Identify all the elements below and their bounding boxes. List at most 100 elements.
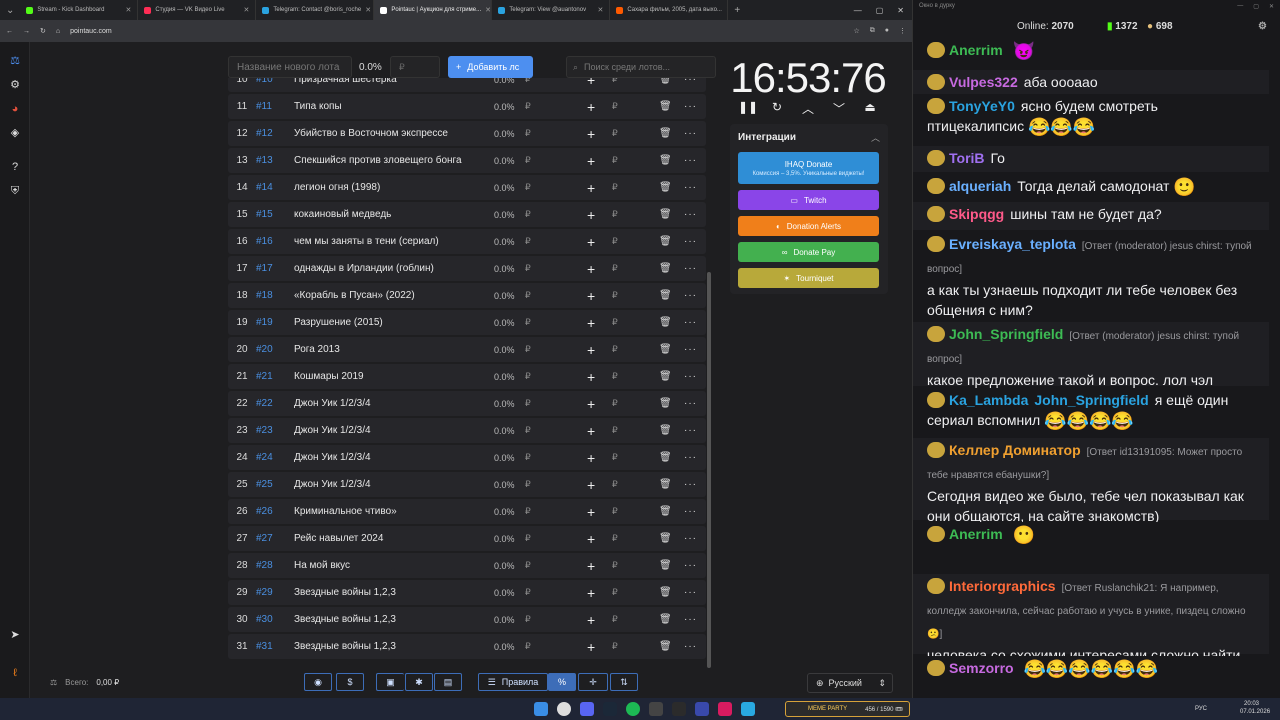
percent-toggle[interactable]: % xyxy=(548,673,576,691)
lot-name[interactable]: Спекшийся против зловещего бонга xyxy=(290,155,480,166)
delete-icon[interactable]: 🗑 xyxy=(659,371,672,382)
lot-row[interactable]: 19 #19 Разрушение (2015) 0.0% ₽ + ₽ 🗑 ··· xyxy=(228,310,706,335)
more-icon[interactable]: ··· xyxy=(684,155,697,166)
delete-icon[interactable]: 🗑 xyxy=(659,425,672,436)
new-lot-name-input[interactable]: Название нового лота xyxy=(228,56,352,78)
amount-input[interactable]: ₽ xyxy=(612,506,618,517)
language-select[interactable]: ⊕ Русский ⇕ xyxy=(807,673,893,693)
chat-username[interactable]: Evreiskaya_teplota xyxy=(949,236,1076,252)
add-amount-icon[interactable]: + xyxy=(587,315,595,331)
lot-id[interactable]: #15 xyxy=(256,209,290,220)
add-amount-icon[interactable]: + xyxy=(587,126,595,142)
more-icon[interactable]: ··· xyxy=(684,263,697,274)
lot-row[interactable]: 17 #17 однажды в Ирландии (гоблин) 0.0% ₽ + ₽ 🗑… xyxy=(228,256,706,281)
more-icon[interactable]: ··· xyxy=(684,128,697,139)
lot-name[interactable]: Звездные войны 1,2,3 xyxy=(290,641,480,652)
amount-input[interactable]: ₽ xyxy=(612,479,618,490)
more-icon[interactable]: ··· xyxy=(684,479,697,490)
lot-id[interactable]: #18 xyxy=(256,290,290,301)
add-amount-icon[interactable]: + xyxy=(587,234,595,250)
amount-input[interactable]: ₽ xyxy=(612,641,618,652)
lot-id[interactable]: #30 xyxy=(256,614,290,625)
lot-row[interactable]: 13 #13 Спекшийся против зловещего бонга 0.0… xyxy=(228,148,706,173)
more-icon[interactable]: ··· xyxy=(684,290,697,301)
browser-tab[interactable]: Pointauc | Аукцион для стриме... ✕ xyxy=(374,0,493,20)
amount-input[interactable]: ₽ xyxy=(612,290,618,301)
more-icon[interactable]: ··· xyxy=(684,344,697,355)
chevron-down-icon[interactable]: ﹀ xyxy=(831,100,847,117)
bug-icon[interactable]: ✱ xyxy=(405,673,433,691)
browser-tab[interactable]: Stream - Kick Dashboard ✕ xyxy=(20,0,139,20)
lot-name[interactable]: Кошмары 2019 xyxy=(290,371,480,382)
chat-username[interactable]: Anerrim xyxy=(949,526,1003,542)
lot-row[interactable]: 10 #10 Призрачная шестерка 0.0% ₽ + ₽ 🗑 ··· xyxy=(228,78,706,92)
amount-input[interactable]: ₽ xyxy=(612,128,618,139)
add-amount-icon[interactable]: + xyxy=(587,261,595,277)
github-button[interactable]: ◉ xyxy=(304,673,332,691)
more-icon[interactable]: ··· xyxy=(684,371,697,382)
telegram-icon[interactable]: ➤ xyxy=(8,628,22,642)
pause-icon[interactable]: ❚❚ xyxy=(738,100,758,114)
chat-username[interactable]: Vulpes322 xyxy=(949,74,1018,90)
lot-id[interactable]: #13 xyxy=(256,155,290,166)
minimize-icon[interactable]: — xyxy=(854,6,862,15)
amount-input[interactable]: ₽ xyxy=(612,317,618,328)
menu-icon[interactable]: ⋮ xyxy=(899,27,906,35)
amount-input[interactable]: ₽ xyxy=(612,209,618,220)
bookmark-star-icon[interactable]: ☆ xyxy=(853,27,859,35)
delete-icon[interactable]: 🗑 xyxy=(659,263,672,274)
steam-icon[interactable] xyxy=(603,702,617,716)
lot-id[interactable]: #29 xyxy=(256,587,290,598)
lot-id[interactable]: #28 xyxy=(256,560,290,571)
layers-icon[interactable]: ◈ xyxy=(8,126,22,140)
amount-input[interactable]: ₽ xyxy=(612,560,618,571)
delete-icon[interactable]: 🗑 xyxy=(659,506,672,517)
close-tab-icon[interactable]: ✕ xyxy=(244,6,250,14)
lot-search-input[interactable]: ⌕ Поиск среди лотов... xyxy=(566,56,716,78)
add-amount-icon[interactable]: + xyxy=(587,369,595,385)
lot-id[interactable]: #27 xyxy=(256,533,290,544)
delete-icon[interactable]: 🗑 xyxy=(659,614,672,625)
lot-row[interactable]: 29 #29 Звездные войны 1,2,3 0.0% ₽ + ₽ 🗑 ··· xyxy=(228,580,706,605)
more-icon[interactable]: ··· xyxy=(684,533,697,544)
amount-input[interactable]: ₽ xyxy=(612,101,618,112)
currency-button[interactable]: $ xyxy=(336,673,364,691)
lot-row[interactable]: 12 #12 Убийство в Восточном экспрессе 0.0% ₽… xyxy=(228,121,706,146)
add-amount-icon[interactable]: + xyxy=(587,78,595,88)
more-icon[interactable]: ··· xyxy=(684,317,697,328)
lot-row[interactable]: 21 #21 Кошмары 2019 0.0% ₽ + ₽ 🗑 ··· xyxy=(228,364,706,389)
chat-username[interactable]: Anerrim xyxy=(949,42,1003,58)
gear-icon[interactable]: ⚙ xyxy=(1258,21,1267,32)
start-icon[interactable] xyxy=(534,702,548,716)
close-icon[interactable]: ✕ xyxy=(1269,3,1274,11)
reload-icon[interactable]: ↻ xyxy=(40,27,46,35)
add-amount-icon[interactable]: + xyxy=(587,585,595,601)
forward-icon[interactable]: → xyxy=(23,28,30,35)
amount-input[interactable]: ₽ xyxy=(612,155,618,166)
lot-row[interactable]: 30 #30 Звездные войны 1,2,3 0.0% ₽ + ₽ 🗑 ··· xyxy=(228,607,706,632)
lot-id[interactable]: #17 xyxy=(256,263,290,274)
amount-input[interactable]: ₽ xyxy=(612,371,618,382)
lot-row[interactable]: 26 #26 Криминальное чтиво» 0.0% ₽ + ₽ 🗑 ··· xyxy=(228,499,706,524)
lot-name[interactable]: Джон Уик 1/2/3/4 xyxy=(290,425,480,436)
brand-icon[interactable]: ℓ xyxy=(8,666,22,680)
integration-button[interactable]: ✶ Tourniquet xyxy=(738,268,879,288)
lot-id[interactable]: #20 xyxy=(256,344,290,355)
lot-id[interactable]: #22 xyxy=(256,398,290,409)
delete-icon[interactable]: 🗑 xyxy=(659,290,672,301)
delete-icon[interactable]: 🗑 xyxy=(659,155,672,166)
lot-row[interactable]: 27 #27 Рейс навылет 2024 0.0% ₽ + ₽ 🗑 ··· xyxy=(228,526,706,551)
more-icon[interactable]: ··· xyxy=(684,614,697,625)
close-tab-icon[interactable]: ✕ xyxy=(126,6,132,14)
add-amount-icon[interactable]: + xyxy=(587,288,595,304)
delete-icon[interactable]: 🗑 xyxy=(659,398,672,409)
add-amount-icon[interactable]: + xyxy=(587,207,595,223)
auction-icon[interactable]: ⚖ xyxy=(8,54,22,68)
amount-input[interactable]: ₽ xyxy=(612,452,618,463)
minimize-icon[interactable]: — xyxy=(1237,3,1243,11)
more-icon[interactable]: ··· xyxy=(684,560,697,571)
delete-icon[interactable]: 🗑 xyxy=(659,452,672,463)
chrome-icon[interactable] xyxy=(557,702,571,716)
more-icon[interactable]: ··· xyxy=(684,182,697,193)
lot-name[interactable]: На мой вкус xyxy=(290,560,480,571)
